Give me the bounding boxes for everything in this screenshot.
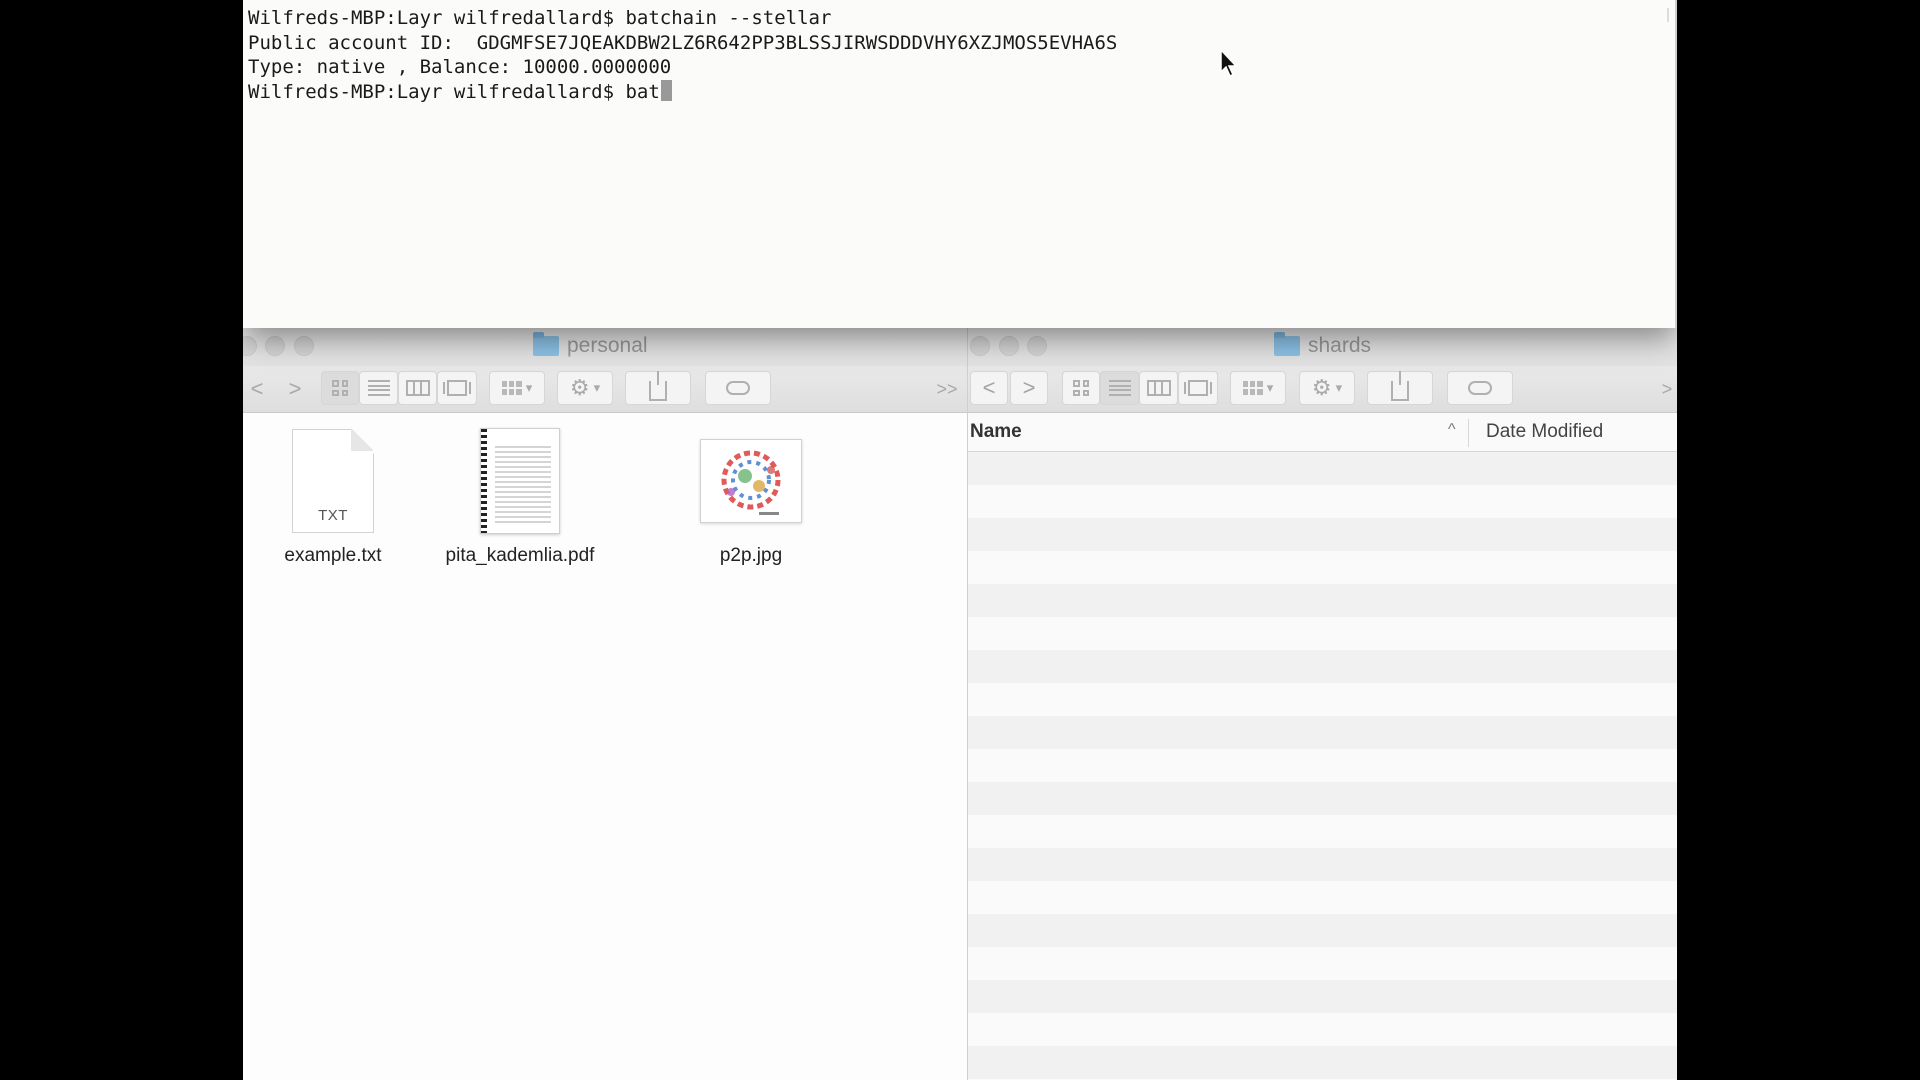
desktop-stage: Wilfreds-MBP:Layr wilfredallard$ batchai…: [243, 0, 1677, 1080]
tag-icon: [726, 381, 750, 395]
chevron-left-icon: <: [250, 376, 264, 401]
chevron-right-icon: >: [1661, 378, 1673, 399]
close-button[interactable]: [970, 336, 990, 356]
zoom-button[interactable]: [294, 336, 314, 356]
arrange-button[interactable]: ▾: [1230, 371, 1286, 405]
terminal-output: Wilfreds-MBP:Layr wilfredallard$ batchai…: [248, 6, 1117, 104]
finder-toolbar: < > ▾ ⚙ ▾: [968, 366, 1677, 413]
list-view-button[interactable]: [1100, 371, 1139, 405]
terminal-prompt-line[interactable]: Wilfreds-MBP:Layr wilfredallard$ bat: [248, 79, 1117, 105]
action-button[interactable]: ⚙ ▾: [1299, 371, 1355, 405]
file-list-empty[interactable]: [968, 452, 1677, 1080]
sort-ascending-icon: ^: [1448, 421, 1456, 438]
list-header: Name ^ Date Modified: [968, 413, 1677, 452]
column-header-name[interactable]: Name: [970, 421, 1022, 443]
chevron-left-icon: <: [982, 375, 996, 400]
terminal-prompt-text: Wilfreds-MBP:Layr wilfredallard$ bat: [248, 80, 660, 103]
pdf-file-icon: [465, 425, 575, 537]
folder-icon: [1274, 332, 1300, 356]
back-button[interactable]: <: [970, 371, 1008, 405]
tag-icon: [1468, 381, 1492, 395]
window-title-text: personal: [567, 334, 648, 357]
terminal-line: Wilfreds-MBP:Layr wilfredallard$ batchai…: [248, 7, 832, 29]
folder-icon: [533, 332, 559, 356]
minimize-button[interactable]: [999, 336, 1019, 356]
file-item[interactable]: TXT example.txt: [243, 425, 423, 567]
cover-flow-button[interactable]: [1178, 371, 1218, 405]
forward-button[interactable]: >: [283, 374, 307, 404]
terminal-scroll-indicator: [1664, 8, 1669, 22]
arrange-icon: [1242, 381, 1263, 395]
icon-view-icon: [1073, 380, 1089, 396]
arrange-icon: [501, 381, 522, 395]
share-icon: [1391, 371, 1409, 401]
cover-flow-icon: [443, 380, 471, 396]
titlebar: personal: [243, 328, 967, 366]
close-button[interactable]: [243, 336, 257, 356]
cover-flow-button[interactable]: [437, 371, 477, 405]
column-view-button[interactable]: [398, 371, 437, 405]
forward-button[interactable]: >: [1010, 371, 1048, 405]
column-view-icon: [1146, 380, 1171, 396]
toolbar-overflow-button[interactable]: >>: [933, 374, 961, 404]
terminal-line: Type: native , Balance: 10000.0000000: [248, 56, 672, 78]
finder-window-personal: personal < > ▾ ⚙ ▾ >> TXT example.txt pi…: [243, 328, 968, 1080]
icon-view-button[interactable]: [1062, 371, 1100, 405]
column-header-date-modified[interactable]: Date Modified: [1486, 421, 1603, 443]
file-name: pita_kademlia.pdf: [445, 545, 595, 566]
tags-button[interactable]: [1447, 371, 1513, 405]
terminal-window[interactable]: Wilfreds-MBP:Layr wilfredallard$ batchai…: [243, 0, 1677, 328]
list-view-button[interactable]: [359, 371, 398, 405]
window-title-text: shards: [1308, 334, 1372, 357]
txt-badge: TXT: [318, 507, 348, 524]
chevron-down-icon: ▾: [525, 380, 533, 395]
terminal-line: Public account ID: GDGMFSE7JQEAKDBW2LZ6R…: [248, 31, 1118, 54]
gear-icon: ⚙: [569, 375, 590, 400]
share-button[interactable]: [625, 371, 691, 405]
chevron-down-icon: ▾: [593, 380, 601, 395]
column-view-icon: [405, 380, 430, 396]
txt-file-icon: TXT: [278, 425, 388, 537]
icon-view-button[interactable]: [321, 371, 359, 405]
zoom-button[interactable]: [1027, 336, 1047, 356]
cover-flow-icon: [1184, 380, 1212, 396]
file-item[interactable]: p2p.jpg: [661, 425, 841, 567]
file-name: p2p.jpg: [719, 545, 783, 566]
file-name: example.txt: [284, 545, 382, 566]
text-cursor: [660, 79, 672, 101]
icon-view-icon: [332, 380, 348, 396]
titlebar: shards: [968, 328, 1677, 366]
action-button[interactable]: ⚙ ▾: [557, 371, 613, 405]
mouse-pointer-icon: [1220, 48, 1238, 78]
jpg-file-icon: [696, 425, 806, 537]
list-view-icon: [1108, 380, 1131, 396]
window-title: personal: [533, 332, 648, 358]
double-chevron-right-icon: >>: [936, 378, 958, 399]
list-view-icon: [367, 380, 390, 396]
file-item[interactable]: pita_kademlia.pdf: [430, 425, 610, 567]
finder-toolbar: < > ▾ ⚙ ▾: [243, 366, 967, 413]
tags-button[interactable]: [705, 371, 771, 405]
chevron-right-icon: >: [1022, 375, 1036, 400]
icon-view: TXT example.txt pita_kademlia.pdf p2p.jp…: [243, 413, 967, 1080]
back-button[interactable]: <: [245, 374, 269, 404]
finder-window-shards: shards < > ▾ ⚙ ▾ > Name ^ Date Modified: [968, 328, 1677, 1080]
gear-icon: ⚙: [1311, 375, 1332, 400]
toolbar-overflow-button[interactable]: >: [1660, 374, 1674, 404]
arrange-button[interactable]: ▾: [489, 371, 545, 405]
chevron-right-icon: >: [288, 376, 302, 401]
share-icon: [649, 371, 667, 401]
column-view-button[interactable]: [1139, 371, 1178, 405]
minimize-button[interactable]: [265, 336, 285, 356]
chevron-down-icon: ▾: [1335, 380, 1343, 395]
column-divider[interactable]: [1468, 419, 1469, 447]
chevron-down-icon: ▾: [1266, 380, 1274, 395]
share-button[interactable]: [1367, 371, 1433, 405]
window-title: shards: [1274, 332, 1372, 358]
